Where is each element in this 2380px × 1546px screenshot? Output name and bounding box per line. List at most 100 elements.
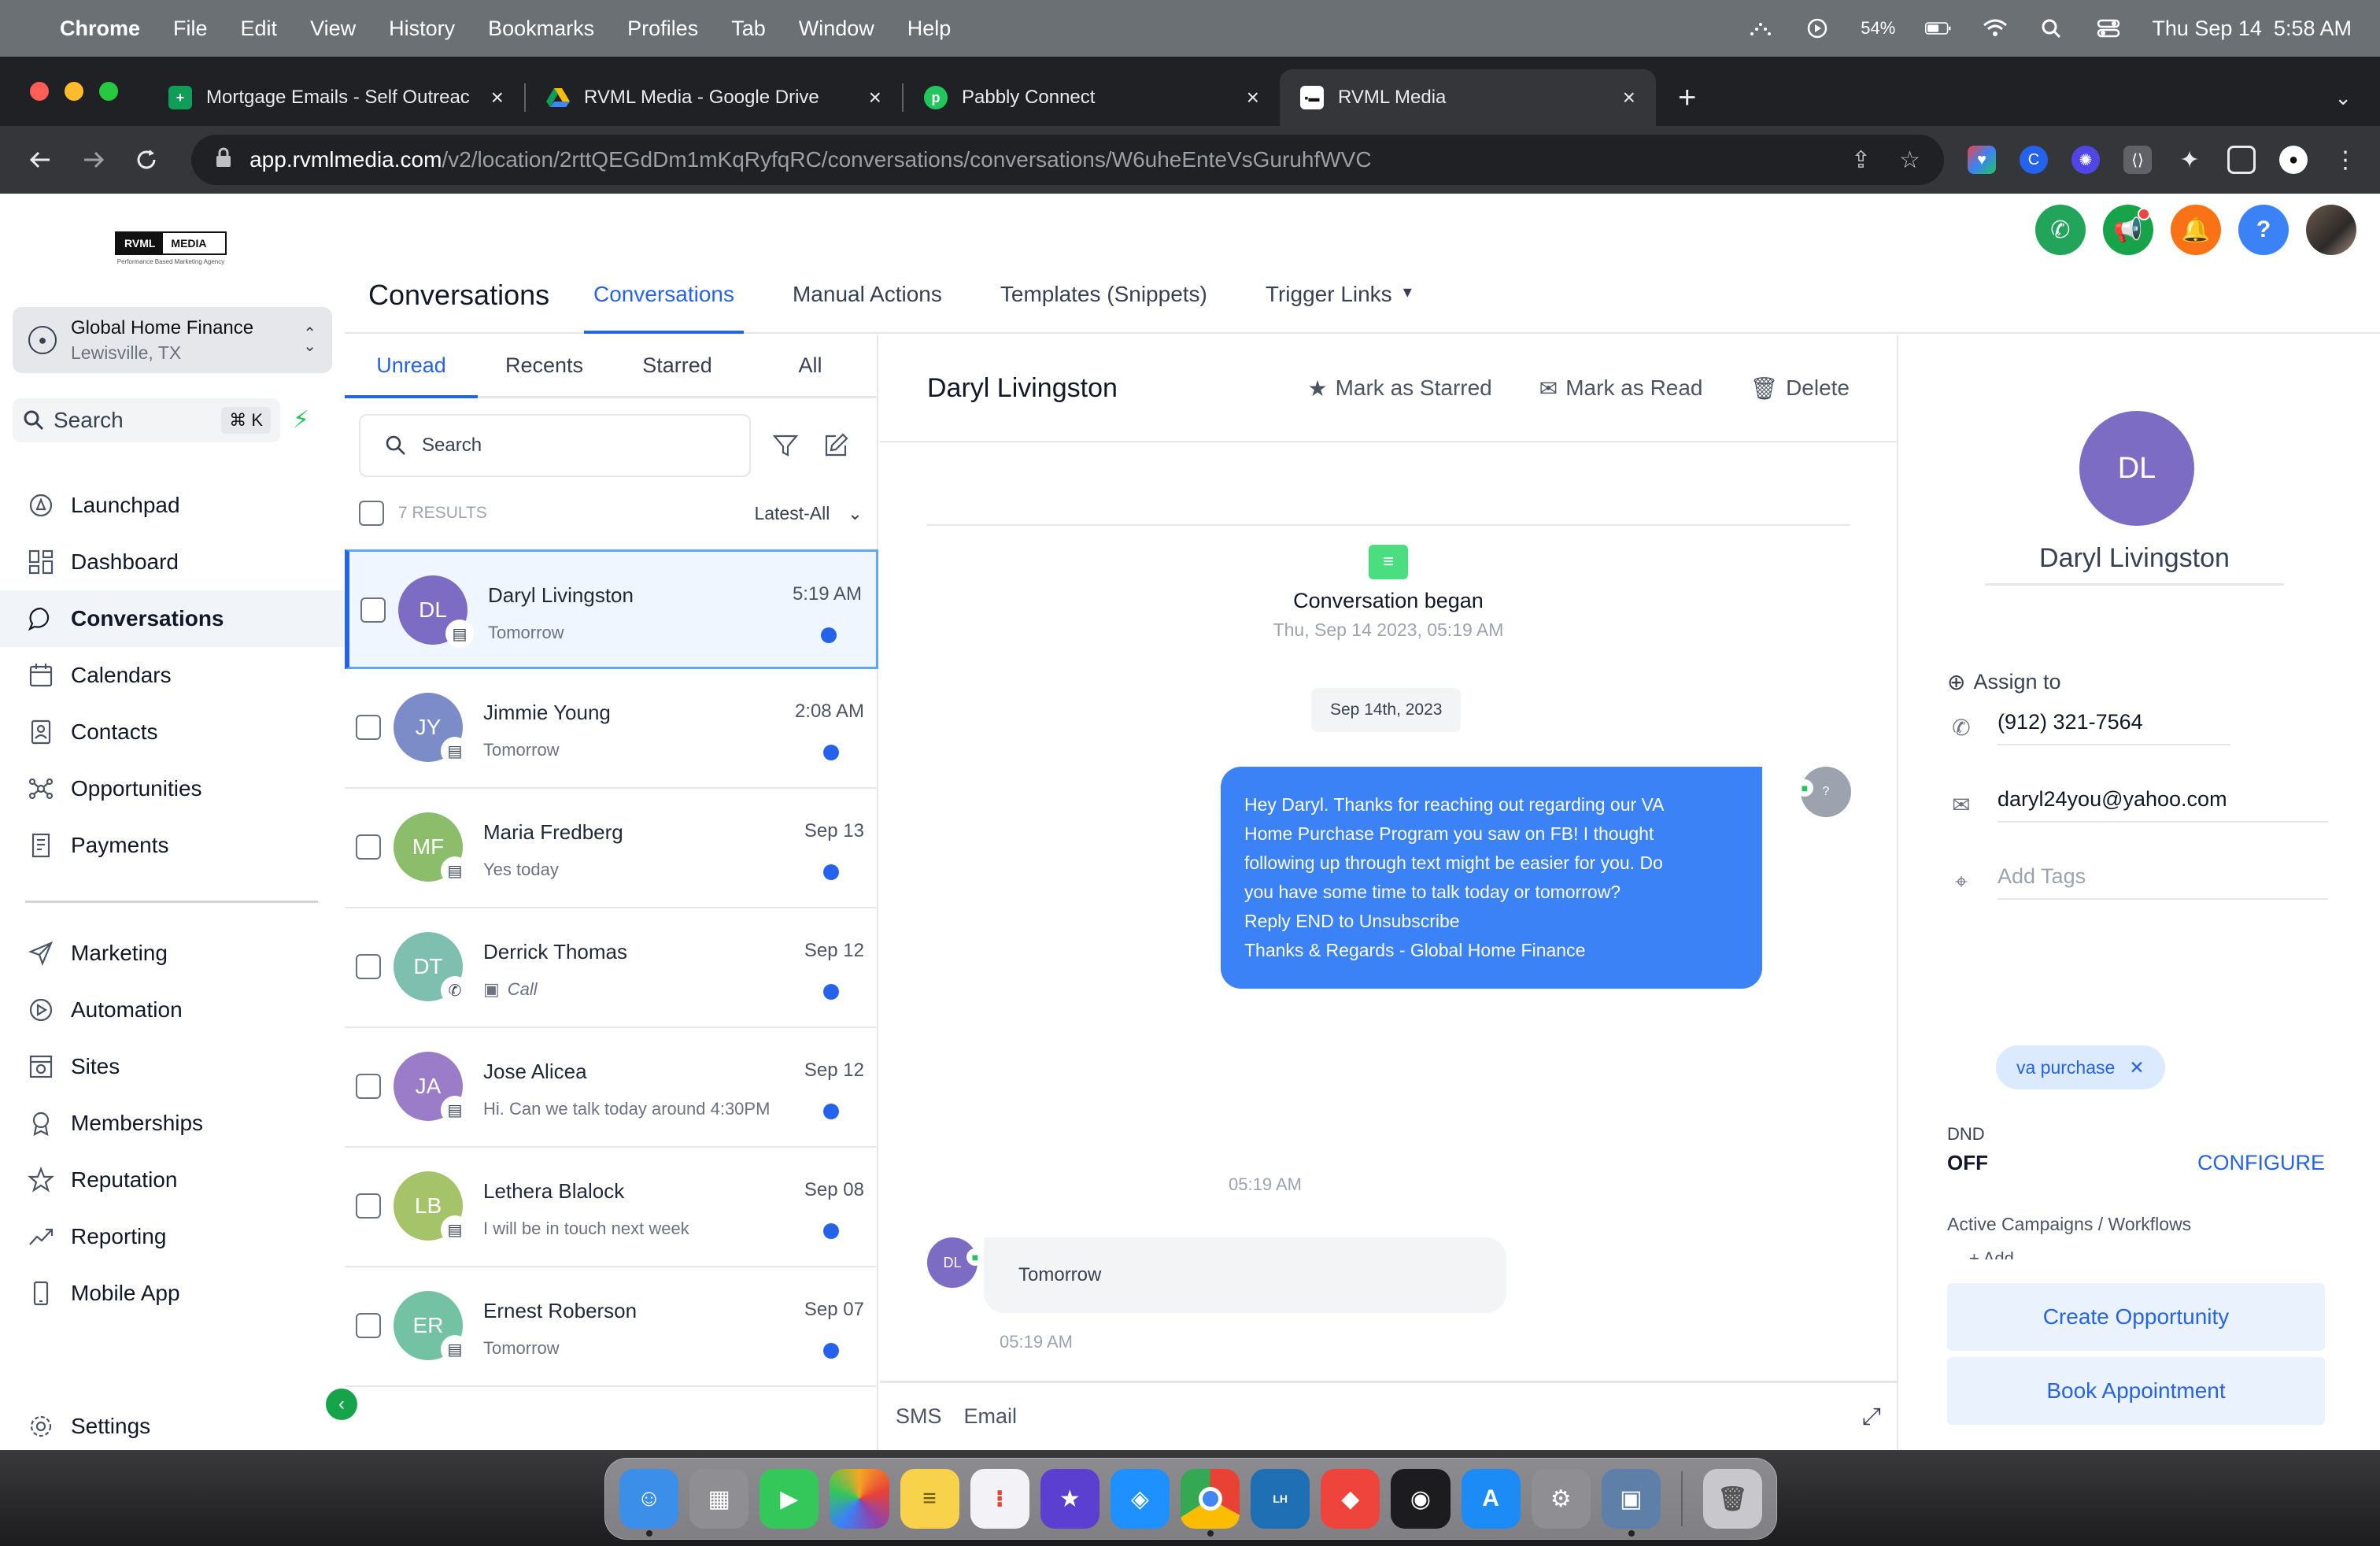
row-checkbox[interactable] [356, 954, 381, 979]
app-store-icon[interactable]: A [1461, 1469, 1521, 1529]
tab-search-chevron-icon[interactable]: ⌄ [2334, 69, 2352, 126]
kebab-menu-icon[interactable]: ⋮ [2331, 146, 2360, 174]
tab-recents[interactable]: Recents [478, 335, 611, 396]
battery-icon[interactable] [1925, 17, 1952, 40]
row-checkbox[interactable] [356, 1193, 381, 1219]
facetime-icon[interactable]: ▶ [759, 1469, 819, 1529]
loading-status-icon[interactable] [1747, 17, 1774, 40]
reminders-icon[interactable]: ⁝ [970, 1469, 1029, 1529]
conversation-row[interactable]: DL ▤ Daryl Livingston Tomorrow 5:19 AM [345, 549, 878, 669]
code-extension-icon[interactable]: ⟨⟩ [2123, 146, 2153, 174]
launchpad-icon[interactable]: ▦ [689, 1469, 749, 1529]
composer-tab-sms[interactable]: SMS [896, 1404, 942, 1429]
sidebar-item-mobile-app[interactable]: Mobile App [0, 1265, 345, 1322]
close-tab-icon[interactable]: × [491, 85, 504, 110]
announcements-button[interactable]: 📢 [2103, 205, 2153, 255]
menu-tab[interactable]: Tab [731, 17, 766, 41]
mark-starred-button[interactable]: ★ Mark as Starred [1307, 375, 1491, 401]
composer-tab-email[interactable]: Email [964, 1404, 1018, 1429]
sidebar-item-conversations[interactable]: Conversations [0, 590, 345, 647]
mark-read-button[interactable]: ✉ Mark as Read [1539, 375, 1703, 401]
browser-tab-rvml-media[interactable]: ▪▬ RVML Media × [1280, 69, 1656, 126]
compose-icon[interactable] [817, 427, 855, 464]
tab-starred[interactable]: Starred [611, 335, 744, 396]
address-bar[interactable]: app.rvmlmedia.com /v2/location/2rttQEGdD… [191, 135, 1945, 185]
sidebar-item-reporting[interactable]: Reporting [0, 1208, 345, 1265]
screen-record-icon[interactable] [1804, 17, 1831, 40]
back-arrow-icon[interactable] [20, 140, 60, 179]
row-checkbox[interactable] [356, 715, 381, 740]
contact-name-field[interactable]: Daryl Livingston [1985, 543, 2284, 586]
menubar-clock[interactable]: Thu Sep 14 5:58 AM [2152, 17, 2352, 41]
trash-icon[interactable]: 🗑 [1702, 1469, 1762, 1529]
conversation-search-input[interactable]: Search [359, 414, 751, 477]
tag-chip[interactable]: va purchase ✕ [1996, 1045, 2165, 1089]
select-all-checkbox[interactable] [359, 501, 384, 526]
close-tab-icon[interactable]: × [1247, 85, 1259, 110]
chrome-icon[interactable] [1181, 1469, 1240, 1537]
user-avatar[interactable] [2306, 205, 2356, 255]
notes-icon[interactable]: ≡ [900, 1469, 959, 1529]
sort-dropdown[interactable]: Latest-All ⌄ [754, 503, 863, 524]
rvml-logo[interactable]: RVML MEDIA Performance Based Marketing A… [115, 231, 227, 268]
row-checkbox[interactable] [356, 1074, 381, 1099]
tab-conversations[interactable]: Conversations [584, 272, 744, 334]
menu-edit[interactable]: Edit [241, 17, 278, 41]
spotlight-search-icon[interactable] [2038, 17, 2065, 40]
menu-profiles[interactable]: Profiles [627, 17, 698, 41]
close-window-button[interactable] [30, 82, 49, 101]
tab-unread[interactable]: Unread [345, 335, 478, 398]
add-tags-input[interactable]: Add Tags [1998, 864, 2328, 900]
sidebar-item-automation[interactable]: Automation [0, 982, 345, 1038]
assign-to-row[interactable]: ⊕ Assign to [1947, 669, 2061, 695]
bookmark-star-icon[interactable]: ☆ [1899, 146, 1920, 174]
safari-icon[interactable]: ◈ [1110, 1469, 1170, 1529]
share-icon[interactable]: ⇪ [1851, 146, 1871, 174]
sidebar-item-reputation[interactable]: Reputation [0, 1152, 345, 1208]
tab-manual-actions[interactable]: Manual Actions [783, 272, 952, 334]
conversation-row[interactable]: LB ▤ Lethera Blalock I will be in touch n… [345, 1148, 878, 1267]
menu-bookmarks[interactable]: Bookmarks [488, 17, 594, 41]
tab-templates[interactable]: Templates (Snippets) [991, 272, 1217, 334]
help-button[interactable]: ? [2238, 205, 2289, 255]
close-icon[interactable]: ✕ [2129, 1057, 2144, 1078]
menu-history[interactable]: History [389, 17, 455, 41]
create-opportunity-button[interactable]: Create Opportunity [1947, 1283, 2325, 1351]
notifications-button[interactable]: 🔔 [2171, 205, 2221, 255]
conversation-row[interactable]: JY ▤ Jimmie Young Tomorrow 2:08 AM [345, 669, 878, 789]
book-appointment-button[interactable]: Book Appointment [1947, 1357, 2325, 1425]
anydesk-icon[interactable]: ◆ [1321, 1469, 1380, 1529]
sidebar-item-sites[interactable]: Sites [0, 1038, 345, 1095]
phone-button[interactable]: ✆ [2035, 205, 2086, 255]
add-campaign-link[interactable]: + Add [1969, 1248, 2014, 1259]
browser-tab-mortgage-emails[interactable]: + Mortgage Emails - Self Outreac × [148, 69, 524, 126]
minimize-window-button[interactable] [65, 82, 83, 101]
close-tab-icon[interactable]: × [1623, 85, 1635, 110]
sidebar-item-launchpad[interactable]: Launchpad [0, 477, 345, 534]
menu-help[interactable]: Help [907, 17, 952, 41]
imovie-icon[interactable]: ★ [1040, 1469, 1099, 1529]
lightning-icon[interactable]: ⚡ [293, 406, 324, 438]
tab-all[interactable]: All [744, 335, 877, 396]
tab-trigger-links[interactable]: Trigger Links ▾ [1256, 272, 1421, 334]
sidebar-item-marketing[interactable]: Marketing [0, 925, 345, 982]
sidebar-item-opportunities[interactable]: Opportunities [0, 760, 345, 817]
menu-file[interactable]: File [173, 17, 208, 41]
zoom-window-button[interactable] [99, 82, 118, 101]
configure-dnd-link[interactable]: CONFIGURE [2197, 1151, 2325, 1175]
sidebar-item-calendars[interactable]: Calendars [0, 647, 345, 704]
photos-icon[interactable] [830, 1469, 889, 1529]
filter-icon[interactable] [767, 427, 804, 464]
sidebar-item-memberships[interactable]: Memberships [0, 1095, 345, 1152]
sidebar-item-payments[interactable]: Payments [0, 817, 345, 874]
wifi-icon[interactable] [1982, 17, 2009, 40]
conversation-row[interactable]: MF ▤ Maria Fredberg Yes today Sep 13 [345, 789, 878, 908]
heart-extension-icon[interactable]: ♥ [1968, 146, 1997, 174]
row-checkbox[interactable] [356, 834, 381, 860]
inbound-message[interactable]: Tomorrow [984, 1237, 1506, 1313]
preview-icon[interactable]: ▣ [1601, 1469, 1661, 1537]
close-tab-icon[interactable]: × [869, 85, 881, 110]
puzzle-icon[interactable]: ✦ [2175, 146, 2204, 174]
finder-icon[interactable]: ☺ [619, 1469, 679, 1537]
menu-window[interactable]: Window [799, 17, 874, 41]
